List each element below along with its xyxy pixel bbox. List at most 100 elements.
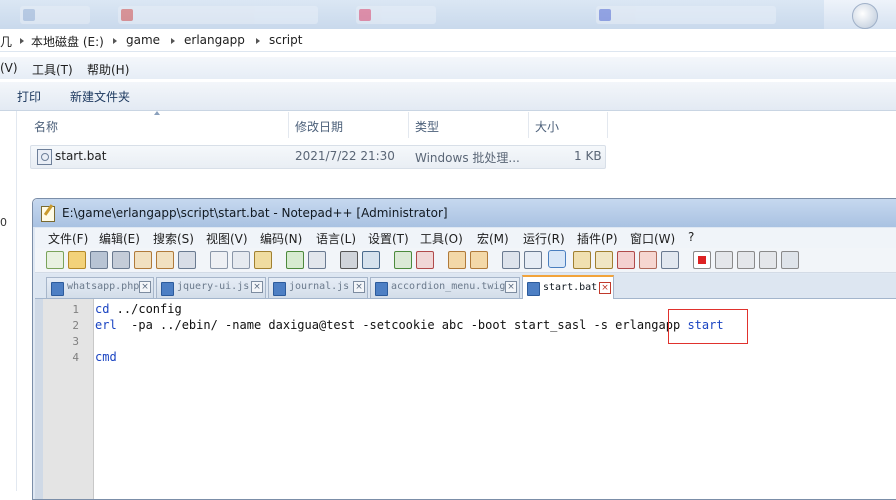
save-icon[interactable] <box>90 251 108 269</box>
play-macro-icon[interactable] <box>737 251 755 269</box>
replace-icon[interactable] <box>362 251 380 269</box>
language-icon[interactable] <box>573 251 591 269</box>
close-all-icon[interactable] <box>156 251 174 269</box>
npp-menu-settings[interactable]: 设置(T) <box>368 230 409 247</box>
column-header-size[interactable]: 大小 <box>535 118 559 135</box>
npp-menu-help[interactable]: ? <box>688 230 694 244</box>
navigation-pane[interactable] <box>0 111 17 491</box>
npp-title-bar[interactable]: E:\game\erlangapp\script\start.bat - Not… <box>33 199 896 227</box>
file-tab-icon <box>375 282 388 296</box>
npp-menu-macro[interactable]: 宏(M) <box>477 230 509 247</box>
close-tab-icon[interactable]: × <box>251 281 263 293</box>
run-macro-multiple-icon[interactable] <box>759 251 777 269</box>
chevron-right-icon[interactable] <box>113 38 117 44</box>
blurred-tab[interactable] <box>118 6 318 24</box>
close-file-icon[interactable] <box>134 251 152 269</box>
tab-jquery-ui-js[interactable]: jquery-ui.js × <box>156 277 266 298</box>
blurred-tab[interactable] <box>356 6 436 24</box>
close-tab-icon[interactable]: × <box>599 282 611 294</box>
breadcrumb-drive[interactable]: 本地磁盘 (E:) <box>31 33 104 50</box>
file-row[interactable]: start.bat 2021/7/22 21:30 Windows 批处理...… <box>30 145 606 169</box>
code-editor[interactable]: 1 2 3 4 cd ../config erl -pa ../ebin/ -n… <box>35 299 896 499</box>
breadcrumb-folder-erlangapp[interactable]: erlangapp <box>184 33 245 47</box>
column-divider[interactable] <box>528 112 529 138</box>
chevron-right-icon[interactable] <box>20 38 24 44</box>
save-macro-icon[interactable] <box>781 251 799 269</box>
paste-icon[interactable] <box>254 251 272 269</box>
sync-horizontal-icon[interactable] <box>470 251 488 269</box>
cut-icon[interactable] <box>210 251 228 269</box>
npp-menu-encoding[interactable]: 编码(N) <box>260 230 302 247</box>
npp-menu-run[interactable]: 运行(R) <box>523 230 565 247</box>
blurred-tab[interactable] <box>20 6 90 24</box>
menu-tools[interactable]: 工具(T) <box>32 61 73 78</box>
close-tab-icon[interactable]: × <box>505 281 517 293</box>
redo-icon[interactable] <box>308 251 326 269</box>
chevron-right-icon[interactable] <box>171 38 175 44</box>
doc-map-icon[interactable] <box>595 251 613 269</box>
column-divider[interactable] <box>607 112 608 138</box>
npp-toolbar <box>35 248 896 273</box>
code-line[interactable]: cmd <box>95 350 117 364</box>
code-keyword: cd <box>95 302 110 316</box>
word-wrap-icon[interactable] <box>502 251 520 269</box>
explorer-menubar: (V) 工具(T) 帮助(H) <box>0 57 896 79</box>
breadcrumb-folder-script[interactable]: script <box>269 33 302 47</box>
npp-menu-search[interactable]: 搜索(S) <box>153 230 194 247</box>
find-icon[interactable] <box>340 251 358 269</box>
close-tab-icon[interactable]: × <box>139 281 151 293</box>
batch-file-icon <box>37 149 52 165</box>
tab-accordion-menu-twig[interactable]: accordion_menu.twig × <box>370 277 520 298</box>
npp-menu-edit[interactable]: 编辑(E) <box>99 230 140 247</box>
indent-guide-icon[interactable] <box>548 250 566 268</box>
print-button[interactable]: 打印 <box>17 88 41 105</box>
nav-pane-fragment: 0 <box>0 216 7 229</box>
tab-whatsapp-php[interactable]: whatsapp.php × <box>46 277 154 298</box>
npp-menu-file[interactable]: 文件(F) <box>48 230 88 247</box>
function-list-icon[interactable] <box>617 251 635 269</box>
user-avatar-icon[interactable] <box>852 3 878 29</box>
zoom-in-icon[interactable] <box>394 251 412 269</box>
npp-menu-window[interactable]: 窗口(W) <box>630 230 675 247</box>
close-tab-icon[interactable]: × <box>353 281 365 293</box>
sync-vertical-icon[interactable] <box>448 251 466 269</box>
chevron-right-icon[interactable] <box>256 38 260 44</box>
npp-menu-tools[interactable]: 工具(O) <box>420 230 463 247</box>
menu-view[interactable]: (V) <box>0 61 18 75</box>
code-line[interactable]: cd ../config <box>95 302 182 316</box>
copy-icon[interactable] <box>232 251 250 269</box>
new-file-icon[interactable] <box>46 251 64 269</box>
zoom-out-icon[interactable] <box>416 251 434 269</box>
blurred-tab[interactable] <box>596 6 776 24</box>
address-bar[interactable]: 几 本地磁盘 (E:) game erlangapp script <box>0 29 896 52</box>
code-line[interactable]: erl -pa ../ebin/ -name daxigua@test -set… <box>95 318 724 332</box>
show-all-chars-icon[interactable] <box>524 251 542 269</box>
breadcrumb-folder-game[interactable]: game <box>126 33 160 47</box>
npp-menu-language[interactable]: 语言(L) <box>316 230 356 247</box>
line-number: 1 <box>72 303 79 316</box>
tab-start-bat[interactable]: start.bat × <box>522 275 614 300</box>
menu-help[interactable]: 帮助(H) <box>87 61 129 78</box>
file-tab-icon <box>161 282 174 296</box>
print-icon[interactable] <box>178 251 196 269</box>
notepad-plus-plus-window: E:\game\erlangapp\script\start.bat - Not… <box>32 198 896 500</box>
tab-label: start.bat <box>543 282 598 293</box>
column-divider[interactable] <box>288 112 289 138</box>
folder-workspace-icon[interactable] <box>639 251 657 269</box>
highlight-annotation-box <box>668 309 748 344</box>
save-all-icon[interactable] <box>112 251 130 269</box>
column-header-type[interactable]: 类型 <box>415 118 439 135</box>
column-divider[interactable] <box>408 112 409 138</box>
npp-menu-plugins[interactable]: 插件(P) <box>577 230 618 247</box>
monitoring-eye-icon[interactable] <box>661 251 679 269</box>
record-macro-icon[interactable] <box>693 251 711 269</box>
stop-macro-icon[interactable] <box>715 251 733 269</box>
file-tab-icon <box>527 282 540 296</box>
npp-menu-view[interactable]: 视图(V) <box>206 230 248 247</box>
undo-icon[interactable] <box>286 251 304 269</box>
new-folder-button[interactable]: 新建文件夹 <box>70 88 130 105</box>
open-file-icon[interactable] <box>68 251 86 269</box>
column-header-modified[interactable]: 修改日期 <box>295 118 343 135</box>
tab-journal-js[interactable]: journal.js × <box>268 277 368 298</box>
column-header-name[interactable]: 名称 <box>34 118 58 135</box>
